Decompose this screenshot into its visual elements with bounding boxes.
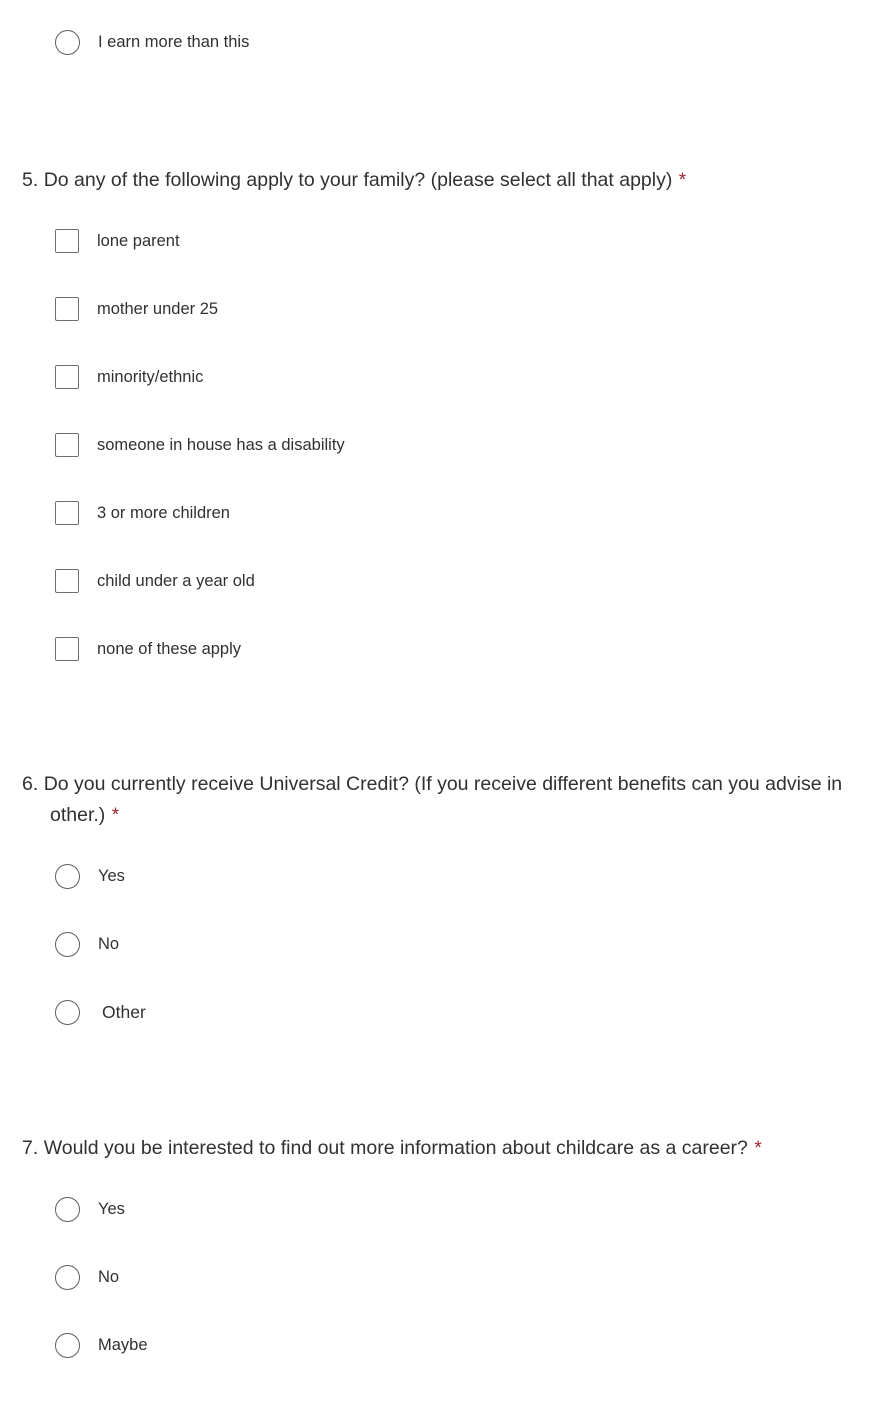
required-asterisk-5: *: [678, 170, 687, 191]
question-block-6: 6. Do you currently receive Universal Cr…: [0, 769, 890, 1027]
checkbox-option-row[interactable]: lone parent: [0, 226, 890, 256]
radio-option-row[interactable]: Maybe: [0, 1330, 890, 1360]
radio-option-row[interactable]: Yes: [0, 861, 890, 891]
radio-button-icon[interactable]: [55, 931, 80, 957]
checkbox-icon[interactable]: [55, 637, 79, 661]
radio-option-row[interactable]: I earn more than this: [0, 27, 890, 57]
option-label: No: [98, 1268, 120, 1286]
option-list-6: Yes No Other: [0, 861, 890, 1027]
radio-button-icon[interactable]: [55, 1196, 80, 1222]
question-block-7: 7. Would you be interested to find out m…: [0, 1133, 890, 1360]
question-block-5: 5. Do any of the following apply to your…: [0, 165, 890, 664]
checkbox-option-row[interactable]: none of these apply: [0, 634, 890, 664]
required-asterisk-6: *: [111, 805, 120, 826]
checkbox-option-row[interactable]: someone in house has a disability: [0, 430, 890, 460]
checkbox-icon[interactable]: [55, 229, 79, 253]
radio-button-icon[interactable]: [55, 999, 80, 1025]
checkbox-icon[interactable]: [55, 501, 79, 525]
question-title-5: 5. Do any of the following apply to your…: [22, 165, 890, 196]
question-text-6: Do you currently receive Universal Credi…: [43, 773, 843, 826]
question-number-5: 5.: [22, 169, 39, 191]
option-label: none of these apply: [97, 640, 242, 658]
option-label: 3 or more children: [97, 504, 230, 522]
radio-option-row-other[interactable]: Other: [0, 997, 890, 1027]
question-text-7: Would you be interested to find out more…: [43, 1137, 748, 1159]
option-label: Yes: [98, 867, 125, 885]
radio-option-row[interactable]: No: [0, 929, 890, 959]
checkbox-option-row[interactable]: 3 or more children: [0, 498, 890, 528]
radio-option-row[interactable]: Yes: [0, 1194, 890, 1224]
option-list-5: lone parent mother under 25 minority/eth…: [0, 226, 890, 664]
option-label: I earn more than this: [98, 33, 250, 51]
option-label: Maybe: [98, 1336, 148, 1354]
option-label: mother under 25: [97, 300, 219, 318]
form-page: I earn more than this 5. Do any of the f…: [0, 0, 890, 1402]
checkbox-option-row[interactable]: mother under 25: [0, 294, 890, 324]
option-label: No: [98, 935, 120, 953]
option-label: Other: [102, 1002, 146, 1022]
option-label: minority/ethnic: [97, 368, 204, 386]
option-label: someone in house has a disability: [97, 436, 345, 454]
option-label: lone parent: [97, 232, 180, 250]
checkbox-icon[interactable]: [55, 365, 79, 389]
question-title-7: 7. Would you be interested to find out m…: [22, 1133, 890, 1164]
option-label: Yes: [98, 1200, 125, 1218]
question-title-6: 6. Do you currently receive Universal Cr…: [22, 769, 890, 831]
checkbox-icon[interactable]: [55, 297, 79, 321]
radio-option-row[interactable]: No: [0, 1262, 890, 1292]
option-list: I earn more than this: [0, 27, 890, 57]
checkbox-icon[interactable]: [55, 433, 79, 457]
question-number-6: 6.: [22, 773, 39, 795]
required-asterisk-7: *: [754, 1138, 762, 1159]
carryover-option-group: I earn more than this: [0, 0, 890, 57]
checkbox-option-row[interactable]: child under a year old: [0, 566, 890, 596]
option-list-7: Yes No Maybe: [0, 1194, 890, 1360]
radio-button-icon[interactable]: [55, 1332, 80, 1358]
radio-button-icon[interactable]: [55, 863, 80, 889]
question-text-5: Do any of the following apply to your fa…: [43, 169, 673, 191]
radio-button-icon[interactable]: [55, 29, 80, 55]
question-number-7: 7.: [22, 1137, 39, 1159]
radio-button-icon[interactable]: [55, 1264, 80, 1290]
checkbox-option-row[interactable]: minority/ethnic: [0, 362, 890, 392]
checkbox-icon[interactable]: [55, 569, 79, 593]
option-label: child under a year old: [97, 572, 255, 590]
